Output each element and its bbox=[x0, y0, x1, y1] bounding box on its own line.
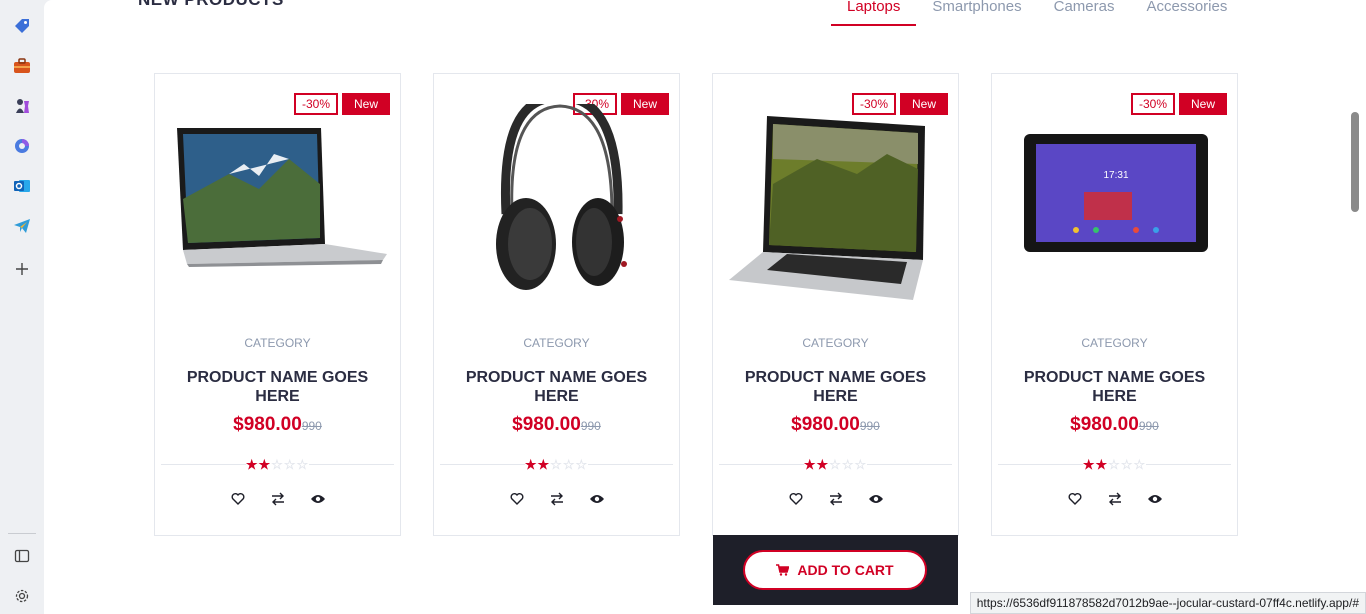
telegram-icon[interactable] bbox=[12, 216, 32, 236]
wishlist-icon[interactable] bbox=[229, 490, 247, 508]
briefcase-icon[interactable] bbox=[12, 56, 32, 76]
star-filled-icon: ★ bbox=[524, 457, 538, 472]
product-name[interactable]: PRODUCT NAME GOES HERE bbox=[165, 368, 390, 406]
web-page: NEW PRODUCTS Laptops Smartphones Cameras… bbox=[44, 0, 1347, 614]
star-empty-icon: ☆ bbox=[296, 457, 310, 472]
tablet-icon[interactable]: 17:31 bbox=[1006, 104, 1224, 304]
product-rating: ★★☆☆☆ bbox=[434, 456, 679, 474]
add-to-cart-panel: ADD TO CART bbox=[713, 535, 958, 605]
star-empty-icon: ☆ bbox=[854, 457, 868, 472]
section-title: NEW PRODUCTS bbox=[138, 0, 284, 10]
tab-laptops[interactable]: Laptops bbox=[831, 0, 917, 26]
product-actions bbox=[992, 490, 1237, 508]
product-category: CATEGORY bbox=[802, 336, 869, 350]
star-filled-icon: ★ bbox=[1082, 457, 1096, 472]
product-card[interactable]: -30% New CATEGORY PRODUCT NAME GOES HERE… bbox=[433, 73, 680, 536]
laptop-icon[interactable] bbox=[727, 104, 945, 304]
wishlist-icon[interactable] bbox=[787, 490, 805, 508]
settings-icon[interactable] bbox=[12, 586, 32, 606]
star-empty-icon: ☆ bbox=[550, 457, 563, 472]
status-bar-url: https://6536df911878582d7012b9ae--jocula… bbox=[969, 592, 1366, 614]
star-filled-icon: ★ bbox=[803, 457, 817, 472]
star-empty-icon: ☆ bbox=[271, 457, 284, 472]
star-filled-icon: ★ bbox=[816, 457, 830, 472]
star-filled-icon: ★ bbox=[1095, 457, 1109, 472]
star-empty-icon: ☆ bbox=[1120, 457, 1134, 472]
sidebar-divider bbox=[8, 533, 36, 534]
scrollbar-thumb[interactable] bbox=[1351, 112, 1359, 212]
star-empty-icon: ☆ bbox=[841, 457, 855, 472]
wishlist-icon[interactable] bbox=[508, 490, 526, 508]
product-category: CATEGORY bbox=[523, 336, 590, 350]
product-name[interactable]: PRODUCT NAME GOES HERE bbox=[723, 368, 948, 406]
rating-stars: ★★☆☆☆ bbox=[803, 457, 868, 473]
product-actions bbox=[155, 490, 400, 508]
star-empty-icon: ☆ bbox=[1133, 457, 1147, 472]
product-price: $980.00990 bbox=[713, 414, 958, 436]
add-to-cart-button[interactable]: ADD TO CART bbox=[743, 550, 927, 590]
quick-view-icon[interactable] bbox=[309, 490, 327, 508]
compare-icon[interactable] bbox=[548, 490, 566, 508]
add-to-cart-label: ADD TO CART bbox=[797, 562, 894, 578]
product-actions bbox=[713, 490, 958, 508]
sidebar-toggle-icon[interactable] bbox=[12, 546, 32, 566]
outlook-icon[interactable] bbox=[12, 176, 32, 196]
laptop-icon[interactable] bbox=[169, 104, 387, 304]
product-price: $980.00990 bbox=[155, 414, 400, 436]
product-price: $980.00990 bbox=[992, 414, 1237, 436]
price-current: $980.00 bbox=[512, 414, 581, 435]
compare-icon[interactable] bbox=[827, 490, 845, 508]
compare-icon[interactable] bbox=[1106, 490, 1124, 508]
product-name[interactable]: PRODUCT NAME GOES HERE bbox=[444, 368, 669, 406]
star-empty-icon: ☆ bbox=[1108, 457, 1121, 472]
product-name[interactable]: PRODUCT NAME GOES HERE bbox=[1002, 368, 1227, 406]
price-old: 990 bbox=[301, 419, 322, 433]
compare-icon[interactable] bbox=[269, 490, 287, 508]
star-filled-icon: ★ bbox=[258, 457, 272, 472]
product-card[interactable]: -30% New CATEGORY PRODUCT NAME GOES HERE… bbox=[154, 73, 401, 536]
wishlist-icon[interactable] bbox=[1066, 490, 1084, 508]
copilot-icon[interactable] bbox=[12, 136, 32, 156]
quick-view-icon[interactable] bbox=[588, 490, 606, 508]
price-old: 990 bbox=[1138, 419, 1159, 433]
rating-stars: ★★☆☆☆ bbox=[524, 457, 589, 473]
page-scrollbar[interactable] bbox=[1347, 0, 1366, 614]
star-empty-icon: ☆ bbox=[283, 457, 297, 472]
tab-cameras[interactable]: Cameras bbox=[1038, 0, 1131, 26]
price-current: $980.00 bbox=[1070, 414, 1139, 435]
product-rating: ★★☆☆☆ bbox=[155, 456, 400, 474]
category-tabs: Laptops Smartphones Cameras Accessories bbox=[831, 0, 1243, 26]
price-current: $980.00 bbox=[791, 414, 860, 435]
chess-icon[interactable] bbox=[12, 96, 32, 116]
product-card[interactable]: -30% New 17:31 CATEGORY PRODUCT NAME GOE… bbox=[991, 73, 1238, 536]
star-filled-icon: ★ bbox=[245, 457, 259, 472]
product-category: CATEGORY bbox=[244, 336, 311, 350]
cart-icon bbox=[776, 564, 790, 576]
product-card[interactable]: -30% New CATEGORY PRODUCT NAME GOES HERE… bbox=[712, 73, 959, 536]
product-rating: ★★☆☆☆ bbox=[992, 456, 1237, 474]
headphones-icon[interactable] bbox=[448, 93, 666, 304]
star-empty-icon: ☆ bbox=[575, 457, 589, 472]
browser-sidebar bbox=[0, 0, 44, 614]
product-category: CATEGORY bbox=[1081, 336, 1148, 350]
star-filled-icon: ★ bbox=[537, 457, 551, 472]
price-old: 990 bbox=[580, 419, 601, 433]
rating-stars: ★★☆☆☆ bbox=[245, 457, 310, 473]
svg-text:17:31: 17:31 bbox=[1103, 170, 1128, 181]
tab-smartphones[interactable]: Smartphones bbox=[916, 0, 1037, 26]
quick-view-icon[interactable] bbox=[867, 490, 885, 508]
star-empty-icon: ☆ bbox=[562, 457, 576, 472]
add-icon[interactable] bbox=[12, 259, 32, 279]
price-current: $980.00 bbox=[233, 414, 302, 435]
rating-stars: ★★☆☆☆ bbox=[1082, 457, 1147, 473]
tab-accessories[interactable]: Accessories bbox=[1130, 0, 1243, 26]
tag-icon[interactable] bbox=[12, 16, 32, 36]
quick-view-icon[interactable] bbox=[1146, 490, 1164, 508]
product-actions bbox=[434, 490, 679, 508]
product-price: $980.00990 bbox=[434, 414, 679, 436]
star-empty-icon: ☆ bbox=[829, 457, 842, 472]
price-old: 990 bbox=[859, 419, 880, 433]
product-rating: ★★☆☆☆ bbox=[713, 456, 958, 474]
